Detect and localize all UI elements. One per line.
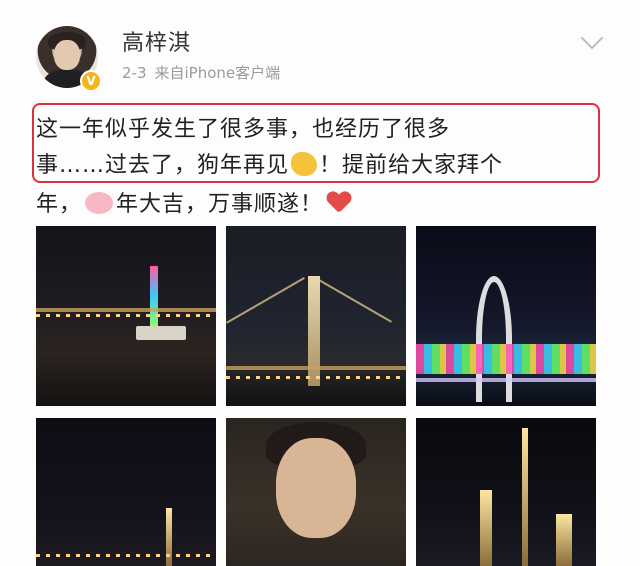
- photo-thumbnail-5[interactable]: [226, 418, 406, 566]
- post-text-line-2a: 事……过去了，狗年再见: [36, 153, 290, 178]
- bridge-deck: [416, 378, 596, 382]
- photo-thumbnail-4[interactable]: [36, 418, 216, 566]
- tower-shape: [522, 428, 528, 566]
- post-text-line-2: 事……过去了，狗年再见 ！提前给大家拜个: [36, 147, 503, 179]
- building-shape: [556, 514, 572, 566]
- post-text-line-2b: ！提前给大家拜个: [319, 153, 504, 178]
- photo-thumbnail-2[interactable]: [226, 226, 406, 406]
- canton-tower-shape: [150, 266, 158, 326]
- bridge-shape: [36, 308, 216, 312]
- post-source: 来自iPhone客户端: [154, 64, 281, 82]
- selfie-face: [276, 438, 356, 538]
- chevron-down-icon[interactable]: [580, 26, 604, 50]
- photo-thumbnail-1[interactable]: [36, 226, 216, 406]
- username[interactable]: 高梓淇: [122, 25, 191, 57]
- bridge-deck: [226, 366, 406, 370]
- post-text-line-3: 年， 年大吉，万事顺遂！: [36, 186, 351, 218]
- weibo-post-card: V 高梓淇 2-3 来自iPhone客户端 这一年似乎发生了很多事，也经历了很多 …: [0, 0, 640, 566]
- avatar-face: [54, 40, 80, 70]
- post-time: 2-3: [122, 64, 147, 82]
- bridge-cable: [313, 276, 392, 323]
- city-lights: [226, 376, 406, 379]
- photo-thumbnail-3[interactable]: [416, 226, 596, 406]
- verified-badge-icon: V: [80, 70, 102, 92]
- bridge-cable: [226, 277, 305, 324]
- pig-face-emoji-icon: [85, 192, 114, 214]
- post-meta: 2-3 来自iPhone客户端: [122, 62, 280, 83]
- post-text-line-3a: 年，: [36, 192, 83, 217]
- post-text-line-3b: 年大吉，万事顺遂！: [116, 192, 324, 217]
- city-lights: [36, 314, 216, 317]
- waving-hand-emoji-icon: [291, 152, 318, 176]
- neon-lights: [416, 344, 596, 374]
- post-text-line-1: 这一年似乎发生了很多事，也经历了很多: [36, 117, 451, 142]
- building-shape: [480, 490, 492, 566]
- boat-shape: [136, 326, 186, 340]
- photo-thumbnail-6[interactable]: [416, 418, 596, 566]
- bridge-arch: [476, 276, 512, 402]
- red-heart-emoji-icon: [327, 192, 351, 214]
- city-lights: [36, 554, 216, 557]
- tower-shape: [166, 508, 172, 566]
